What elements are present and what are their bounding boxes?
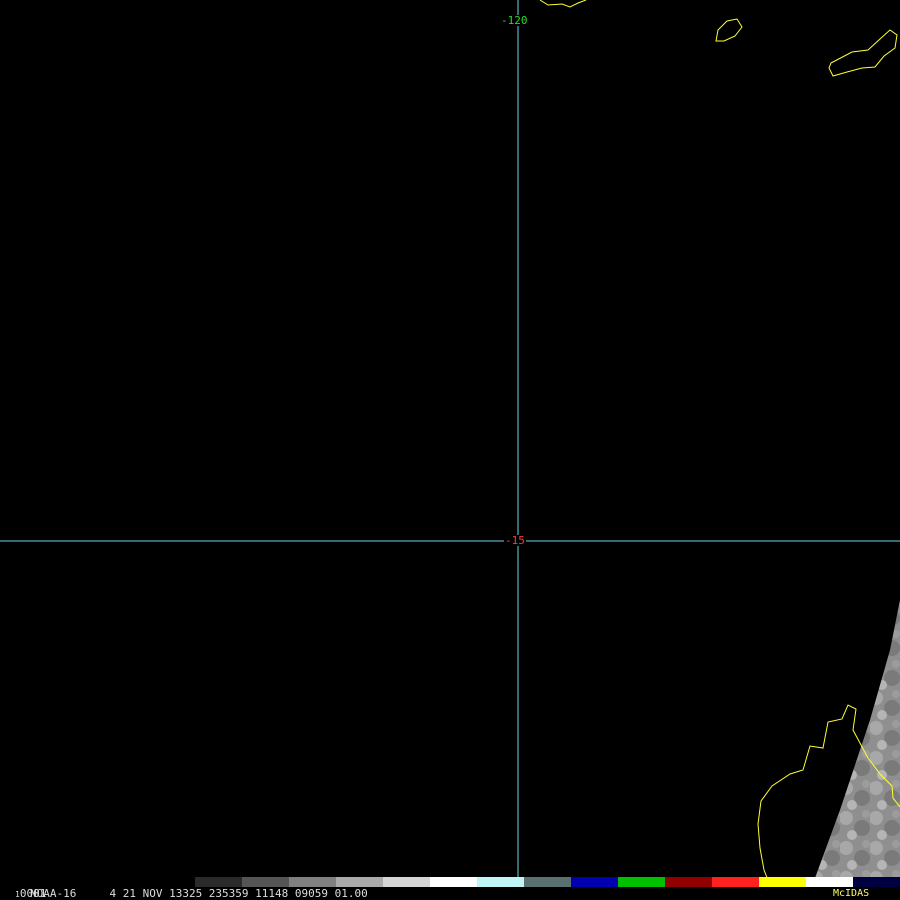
colorbar-segment [383,877,431,887]
colorbar-segment [148,877,196,887]
longitude-label: -120 [500,14,529,27]
image-info-text: NOAA-16 4 21 NOV 13325 235359 11148 0905… [30,887,368,900]
colorbar-segment [289,877,337,887]
mcidas-logo: McIDAS [833,888,870,899]
coastline-island-small [715,18,743,42]
latitude-label: -15 [504,534,526,547]
map-canvas [0,0,900,887]
colorbar-segment [759,877,807,887]
colorbar-segment [195,877,243,887]
colorbar-segment [665,877,713,887]
colorbar-segment [571,877,619,887]
color-calibration-bar [148,877,900,887]
colorbar-segment [618,877,666,887]
colorbar-segment [853,877,900,887]
satellite-image-frame: -120 -15 10001 NOAA-16 4 21 NOV 13325 23… [0,0,900,900]
coastline-island-top-center [539,0,587,8]
colorbar-segment [524,877,572,887]
colorbar-segment [806,877,854,887]
colorbar-segment [477,877,525,887]
coastline-island-right [828,29,898,77]
colorbar-segment [712,877,760,887]
colorbar-segment [430,877,478,887]
colorbar-segment [336,877,384,887]
coastlines [539,0,900,881]
colorbar-segment [242,877,290,887]
